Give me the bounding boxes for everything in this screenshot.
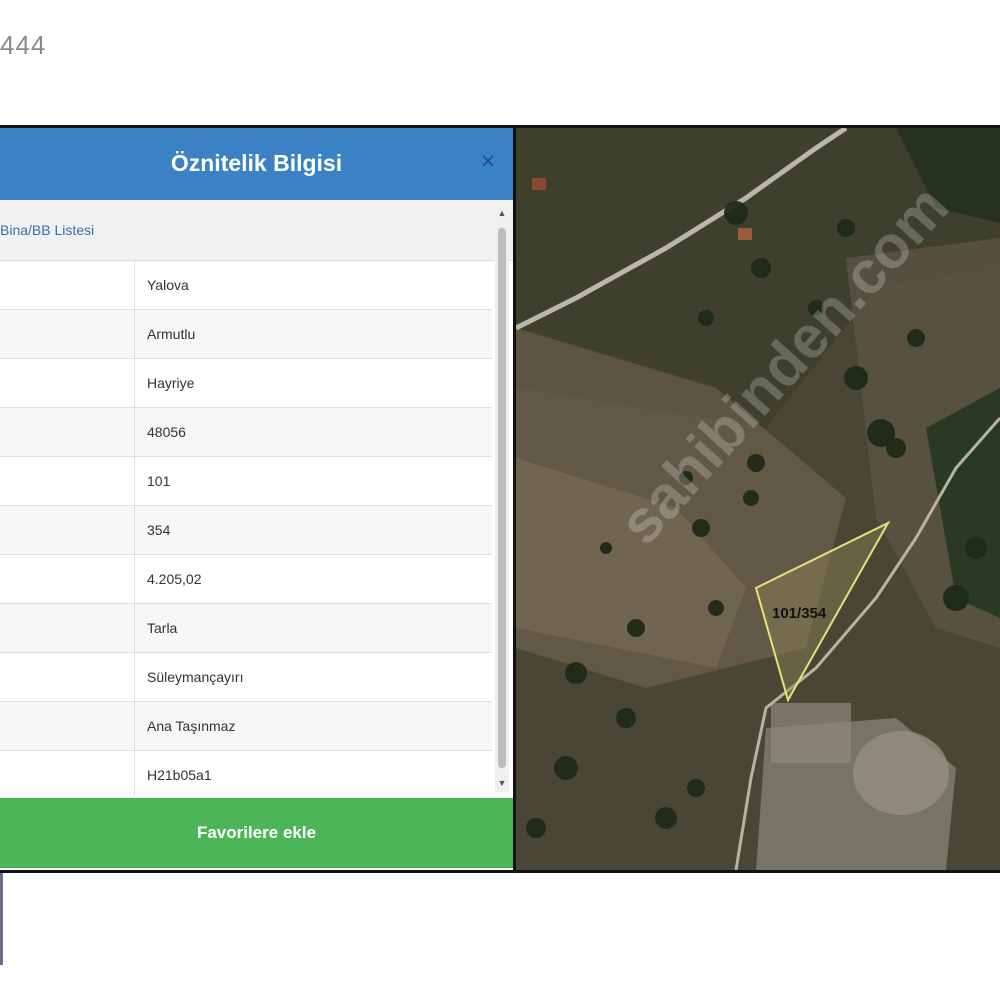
tab-building-list[interactable]: Bina/BB Listesi <box>0 222 94 238</box>
panel-title: Öznitelik Bilgisi <box>170 150 343 176</box>
row-value: 4.205,02 <box>134 554 492 604</box>
row-value: 354 <box>134 505 492 555</box>
row-value: Armutlu <box>134 309 492 359</box>
left-edge-bar <box>0 873 3 965</box>
table-row: Süleymançayırı <box>0 652 492 702</box>
attribute-panel: Öznitelik Bilgisi × Bina/BB Listesi Yalo… <box>0 128 513 870</box>
scroll-up-arrow-icon[interactable]: ▲ <box>495 208 509 222</box>
table-row: 354 <box>0 505 492 555</box>
table-row: Armutlu <box>0 309 492 359</box>
table-row: 101 <box>0 456 492 506</box>
scroll-down-arrow-icon[interactable]: ▼ <box>495 778 509 792</box>
table-row: Tarla <box>0 603 492 653</box>
satellite-map[interactable]: sahibinden.com 101/354 <box>516 128 1000 870</box>
table-row: H21b05a1 <box>0 750 492 796</box>
row-value: Ana Taşınmaz <box>134 701 492 751</box>
add-to-favorites-button[interactable]: Favorilere ekle <box>0 798 513 868</box>
row-value: Tarla <box>134 603 492 653</box>
listing-id-text: 444 <box>0 30 47 60</box>
scrollbar-thumb[interactable] <box>498 228 506 768</box>
row-value: Hayriye <box>134 358 492 408</box>
panel-scrollbar[interactable]: ▲ ▼ <box>495 208 509 792</box>
table-row: Yalova <box>0 261 492 310</box>
row-value: 48056 <box>134 407 492 457</box>
table-row: 48056 <box>0 407 492 457</box>
row-value: Yalova <box>134 261 492 310</box>
parcel-label: 101/354 <box>772 605 827 622</box>
row-value: H21b05a1 <box>134 750 492 796</box>
close-icon[interactable]: × <box>481 148 495 176</box>
table-row: 4.205,02 <box>0 554 492 604</box>
table-row: Hayriye <box>0 358 492 408</box>
attribute-table: Yalova Armutlu Hayriye 48056 101 354 4.2… <box>0 261 492 796</box>
row-value: 101 <box>134 456 492 506</box>
table-row: Ana Taşınmaz <box>0 701 492 751</box>
panel-header: Öznitelik Bilgisi × <box>0 128 513 200</box>
attribute-table-wrap: Yalova Armutlu Hayriye 48056 101 354 4.2… <box>0 261 492 796</box>
row-value: Süleymançayırı <box>134 652 492 702</box>
